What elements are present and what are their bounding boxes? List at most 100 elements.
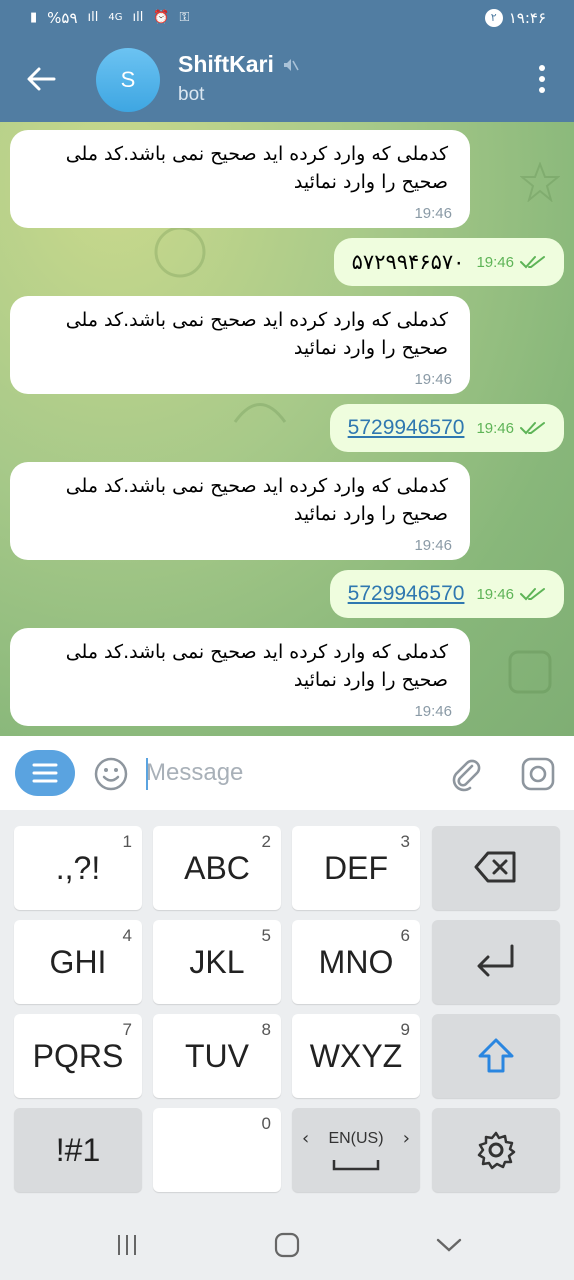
message-text: کدملی که وارد کرده اید صحیح نمی باشد.کد … [65,309,448,359]
hamburger-icon [32,763,58,783]
language-label: EN(US) [328,1130,384,1147]
background-doodle-icon [520,162,560,202]
message-text: کدملی که وارد کرده اید صحیح نمی باشد.کد … [65,475,448,525]
key-language[interactable]: ‹ EN(US) › [292,1108,420,1192]
message-text: کدملی که وارد کرده اید صحیح نمی باشد.کد … [65,143,448,193]
key-space[interactable]: 0 [153,1108,281,1192]
message-time: 19:46 [414,703,452,720]
key-label: .,?! [55,850,101,886]
key-punctuation[interactable]: 1 .,?! [14,826,142,910]
phone-number-link[interactable]: 5729946570 [348,582,465,606]
key-digit: 3 [400,832,410,851]
message-list[interactable]: کدملی که وارد کرده اید صحیح نمی باشد.کد … [0,122,574,736]
key-symbols[interactable]: !#1 [14,1108,142,1192]
key-label: GHI [49,944,107,980]
more-options-icon[interactable] [536,64,548,94]
key-label: TUV [185,1038,249,1074]
alarm-icon: ⏰ [153,10,170,25]
message-time: 19:46 [476,585,514,603]
key-digit: 5 [261,926,271,945]
key-digit: 1 [122,832,132,851]
double-check-icon [520,256,545,269]
home-icon[interactable] [274,1232,300,1258]
back-nav-icon[interactable] [436,1232,462,1258]
backspace-icon [474,851,516,883]
key-ghi[interactable]: 4 GHI [14,920,142,1004]
key-digit: 6 [400,926,410,945]
chat-title-row[interactable]: ShiftKari [178,51,300,78]
key-label: MNO [318,944,394,980]
incoming-message[interactable]: کدملی که وارد کرده اید صحیح نمی باشد.کد … [10,462,470,560]
key-backspace[interactable] [432,826,560,910]
chat-header: S ShiftKari bot [0,36,574,122]
message-time: 19:46 [414,537,452,554]
key-mno[interactable]: 6 MNO [292,920,420,1004]
key-pqrs[interactable]: 7 PQRS [14,1014,142,1098]
key-label: ABC [184,850,250,886]
key-digit: 2 [261,832,271,851]
key-jkl[interactable]: 5 JKL [153,920,281,1004]
key-wxyz[interactable]: 9 WXYZ [292,1014,420,1098]
chevron-right-icon: › [402,1128,410,1149]
clock: ۱۹:۴۶ [508,9,546,27]
camera-icon[interactable] [520,756,556,792]
message-input[interactable] [146,754,426,792]
message-time: 19:46 [476,253,514,271]
avatar[interactable]: S [96,48,160,112]
key-digit: 8 [261,1020,271,1039]
key-abc[interactable]: 2 ABC [153,826,281,910]
double-check-icon [520,422,545,435]
key-tuv[interactable]: 8 TUV [153,1014,281,1098]
signal-icon-2: ıll [132,10,144,25]
key-enter[interactable] [432,920,560,1004]
outgoing-message[interactable]: ۵۷۲۹۹۴۶۵۷۰ 19:46 [333,238,564,286]
key-label: PQRS [32,1038,124,1074]
key-settings[interactable] [432,1108,560,1192]
back-arrow-icon[interactable] [24,62,58,96]
message-text: کدملی که وارد کرده اید صحیح نمی باشد.کد … [65,641,448,691]
shift-arrow-icon [478,1038,514,1073]
outgoing-message[interactable]: 5729946570 19:46 [329,404,564,452]
system-nav-bar [0,1210,574,1280]
outgoing-message[interactable]: 5729946570 19:46 [329,570,564,618]
sim-badge: ۲ [484,9,503,27]
key-label: !#1 [55,1132,101,1168]
vpn-key-icon: ⚿ [179,10,190,25]
message-time: 19:46 [414,371,452,388]
bot-menu-button[interactable] [15,750,75,796]
mute-icon [283,58,299,71]
on-screen-keyboard: 1 .,?! 2 ABC 3 DEF 4 GHI 5 JKL 6 MNO 7 P… [0,810,574,1210]
message-time: 19:46 [414,205,452,222]
message-text: ۵۷۲۹۹۴۶۵۷۰ [351,250,465,274]
status-bar: ▮ %۵۹ ıll 4G ıll ⏰ ⚿ ۲ ۱۹:۴۶ [0,0,574,36]
background-doodle-icon [154,226,206,278]
key-label: WXYZ [309,1038,403,1074]
battery-icon: ▮ [30,10,38,25]
recent-apps-icon[interactable] [114,1232,140,1258]
key-digit: 7 [122,1020,132,1039]
incoming-message[interactable]: کدملی که وارد کرده اید صحیح نمی باشد.کد … [10,628,470,726]
key-digit: 4 [122,926,132,945]
incoming-message[interactable]: کدملی که وارد کرده اید صحیح نمی باشد.کد … [10,130,470,228]
background-doodle-icon [508,650,552,694]
key-shift[interactable] [432,1014,560,1098]
battery-level: %۵۹ [47,9,78,27]
emoji-icon[interactable] [94,757,128,791]
key-digit: 0 [261,1114,271,1133]
signal-icon: ıll [87,10,99,25]
incoming-message[interactable]: کدملی که وارد کرده اید صحیح نمی باشد.کد … [10,296,470,394]
message-time: 19:46 [476,419,514,437]
spacebar-icon [332,1160,380,1171]
attach-icon[interactable] [448,756,484,792]
double-check-icon [520,588,545,601]
key-def[interactable]: 3 DEF [292,826,420,910]
chat-title: ShiftKari [178,51,274,77]
key-digit: 9 [400,1020,410,1039]
background-doodle-icon [233,403,287,423]
gear-icon [477,1131,516,1170]
phone-number-link[interactable]: 5729946570 [348,416,465,440]
message-composer [0,736,574,810]
key-label: DEF [324,850,388,886]
enter-icon [477,944,514,977]
chat-subtitle: bot [178,84,205,105]
